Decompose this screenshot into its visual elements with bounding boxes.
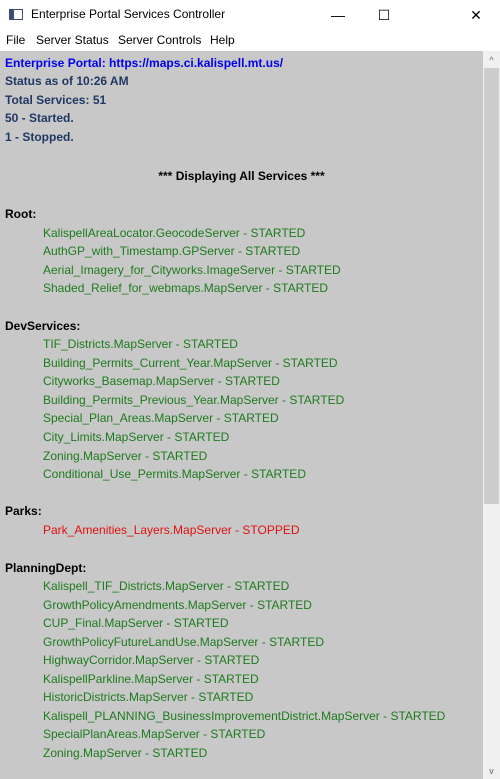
folder-planningdept: PlanningDept:: [5, 561, 87, 575]
menu-help[interactable]: Help: [210, 33, 235, 47]
title-bar: Enterprise Portal Services Controller — …: [0, 0, 500, 30]
service-item: GrowthPolicyAmendments.MapServer - START…: [43, 598, 312, 612]
service-item: Kalispell_PLANNING_BusinessImprovementDi…: [43, 709, 446, 723]
vertical-scrollbar[interactable]: ^ v: [483, 51, 500, 779]
scroll-thumb[interactable]: [484, 68, 499, 504]
service-item: GrowthPolicyFutureLandUse.MapServer - ST…: [43, 635, 324, 649]
service-item: Building_Permits_Current_Year.MapServer …: [43, 356, 338, 370]
total-services: Total Services: 51: [5, 93, 107, 107]
service-item: Kalispell_TIF_Districts.MapServer - STAR…: [43, 579, 290, 593]
scroll-up-icon[interactable]: ^: [483, 51, 500, 68]
service-item: KalispellAreaLocator.GeocodeServer - STA…: [43, 226, 306, 240]
service-item: Conditional_Use_Permits.MapServer - STAR…: [43, 467, 306, 481]
maximize-button[interactable]: ☐: [361, 0, 407, 30]
service-item: SpecialPlanAreas.MapServer - STARTED: [43, 727, 266, 741]
service-item: HighwayCorridor.MapServer - STARTED: [43, 653, 260, 667]
service-item: Zoning.MapServer - STARTED: [43, 746, 208, 760]
service-item: Building_Permits_Previous_Year.MapServer…: [43, 393, 345, 407]
stopped-count: 1 - Stopped.: [5, 130, 74, 144]
service-item: HistoricDistricts.MapServer - STARTED: [43, 690, 254, 704]
service-item: CUP_Final.MapServer - STARTED: [43, 616, 229, 630]
service-item: AuthGP_with_Timestamp.GPServer - STARTED: [43, 244, 301, 258]
service-item: Aerial_Imagery_for_Cityworks.ImageServer…: [43, 263, 341, 277]
window-title: Enterprise Portal Services Controller: [31, 7, 226, 21]
menu-server-status[interactable]: Server Status: [36, 33, 109, 47]
service-item: KalispellParkline.MapServer - STARTED: [43, 672, 259, 686]
folder-devservices: DevServices:: [5, 319, 81, 333]
service-item: Zoning.MapServer - STARTED: [43, 449, 208, 463]
app-icon: [9, 9, 23, 20]
display-heading: *** Displaying All Services ***: [158, 169, 325, 183]
scroll-down-icon[interactable]: v: [483, 762, 500, 779]
folder-root: Root:: [5, 207, 37, 221]
close-button[interactable]: ✕: [453, 0, 499, 30]
menu-bar: File Server Status Server Controls Help: [0, 30, 500, 50]
menu-server-controls[interactable]: Server Controls: [118, 33, 201, 47]
service-item: Cityworks_Basemap.MapServer - STARTED: [43, 374, 280, 388]
folder-parks: Parks:: [5, 504, 42, 518]
service-item: TIF_Districts.MapServer - STARTED: [43, 337, 238, 351]
services-panel: Enterprise Portal: https://maps.ci.kalis…: [0, 51, 483, 779]
minimize-button[interactable]: —: [315, 0, 361, 30]
menu-file[interactable]: File: [6, 33, 25, 47]
status-time: Status as of 10:26 AM: [5, 74, 129, 88]
service-item: City_Limits.MapServer - STARTED: [43, 430, 230, 444]
service-item: Special_Plan_Areas.MapServer - STARTED: [43, 411, 279, 425]
service-item-stopped: Park_Amenities_Layers.MapServer - STOPPE…: [43, 523, 300, 537]
portal-url: Enterprise Portal: https://maps.ci.kalis…: [5, 56, 284, 70]
started-count: 50 - Started.: [5, 111, 74, 125]
service-item: Shaded_Relief_for_webmaps.MapServer - ST…: [43, 281, 329, 295]
